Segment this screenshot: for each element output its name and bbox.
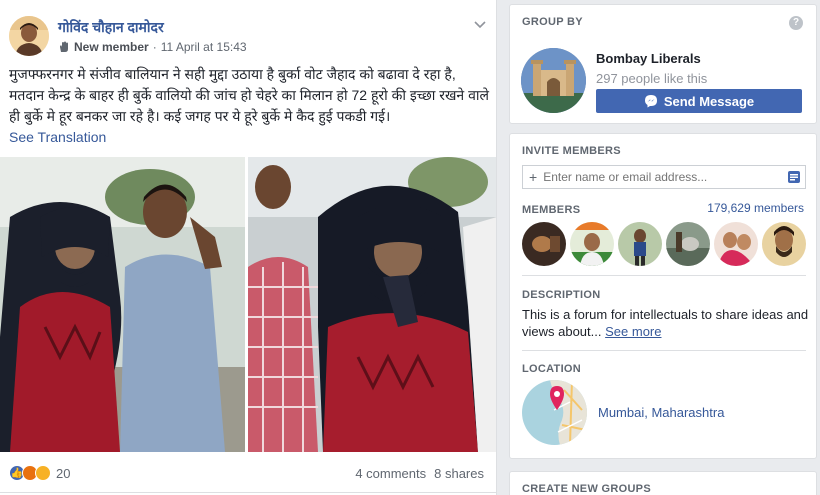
author-avatar[interactable]	[9, 16, 49, 56]
invite-input[interactable]	[543, 170, 780, 184]
member-avatar[interactable]	[618, 222, 662, 266]
members-divider	[522, 275, 806, 276]
wave-icon	[58, 41, 70, 53]
photo-right-panel	[248, 157, 496, 452]
post-meta: New member · 11 April at 15:43	[58, 40, 247, 54]
members-count[interactable]: 179,629 members	[707, 201, 804, 215]
group-name[interactable]: Bombay Liberals	[596, 51, 701, 66]
member-avatars	[522, 222, 810, 266]
description-title: DESCRIPTION	[522, 289, 601, 301]
location-map[interactable]	[522, 380, 587, 445]
group-by-title: GROUP BY	[522, 16, 583, 28]
shares-count[interactable]: 8 shares	[434, 466, 484, 481]
meta-separator: ·	[152, 40, 157, 54]
member-avatar[interactable]	[570, 222, 614, 266]
post-photo[interactable]	[0, 157, 496, 452]
post-card: गोविंद चौहान दामोदर New member · 11 Apri…	[0, 0, 497, 495]
help-icon[interactable]: ?	[789, 16, 803, 30]
group-by-card: GROUP BY ? Bombay Liberals 297 people li…	[509, 4, 817, 124]
send-message-button[interactable]: Send Message	[596, 89, 802, 113]
invite-members-title: INVITE MEMBERS	[522, 145, 621, 157]
description-divider	[522, 350, 806, 351]
post-text: मुजफ्फरनगर मे संजीव बालियान ने सही मुद्द…	[9, 66, 489, 124]
see-more-link[interactable]: See more	[605, 324, 661, 339]
location-title: LOCATION	[522, 363, 582, 375]
create-groups-title: CREATE NEW GROUPS	[522, 483, 651, 495]
chevron-down-icon[interactable]	[472, 16, 488, 32]
post-timestamp[interactable]: 11 April at 15:43	[161, 40, 247, 54]
post-footer-divider	[0, 492, 496, 493]
create-groups-card: CREATE NEW GROUPS	[509, 471, 817, 495]
reactions[interactable]: 👍 20	[9, 465, 70, 481]
group-description: This is a forum for intellectuals to sha…	[522, 306, 812, 340]
location-name[interactable]: Mumbai, Maharashtra	[598, 405, 724, 420]
member-role: New member	[74, 40, 149, 54]
group-info-card: INVITE MEMBERS + MEMBERS 179,629 members…	[509, 133, 817, 459]
photo-left-panel	[0, 157, 245, 452]
group-likes: 297 people like this	[596, 71, 708, 86]
plus-icon: +	[529, 169, 538, 185]
invite-input-box[interactable]: +	[522, 165, 806, 189]
comments-count[interactable]: 4 comments	[355, 466, 426, 481]
group-logo[interactable]	[521, 48, 586, 113]
haha-reaction-icon	[35, 465, 51, 481]
description-text: This is a forum for intellectuals to sha…	[522, 307, 809, 339]
member-avatar[interactable]	[714, 222, 758, 266]
member-avatar[interactable]	[666, 222, 710, 266]
contact-list-icon[interactable]	[787, 170, 801, 184]
send-message-label: Send Message	[663, 93, 755, 109]
see-translation-link[interactable]: See Translation	[9, 129, 106, 145]
members-title: MEMBERS	[522, 204, 581, 216]
post-author-name[interactable]: गोविंद चौहान दामोदर	[58, 18, 164, 37]
messenger-icon	[644, 94, 658, 108]
reaction-count[interactable]: 20	[56, 466, 70, 481]
member-avatar[interactable]	[522, 222, 566, 266]
post-stats: 4 comments 8 shares	[355, 466, 484, 481]
member-avatar[interactable]	[762, 222, 806, 266]
